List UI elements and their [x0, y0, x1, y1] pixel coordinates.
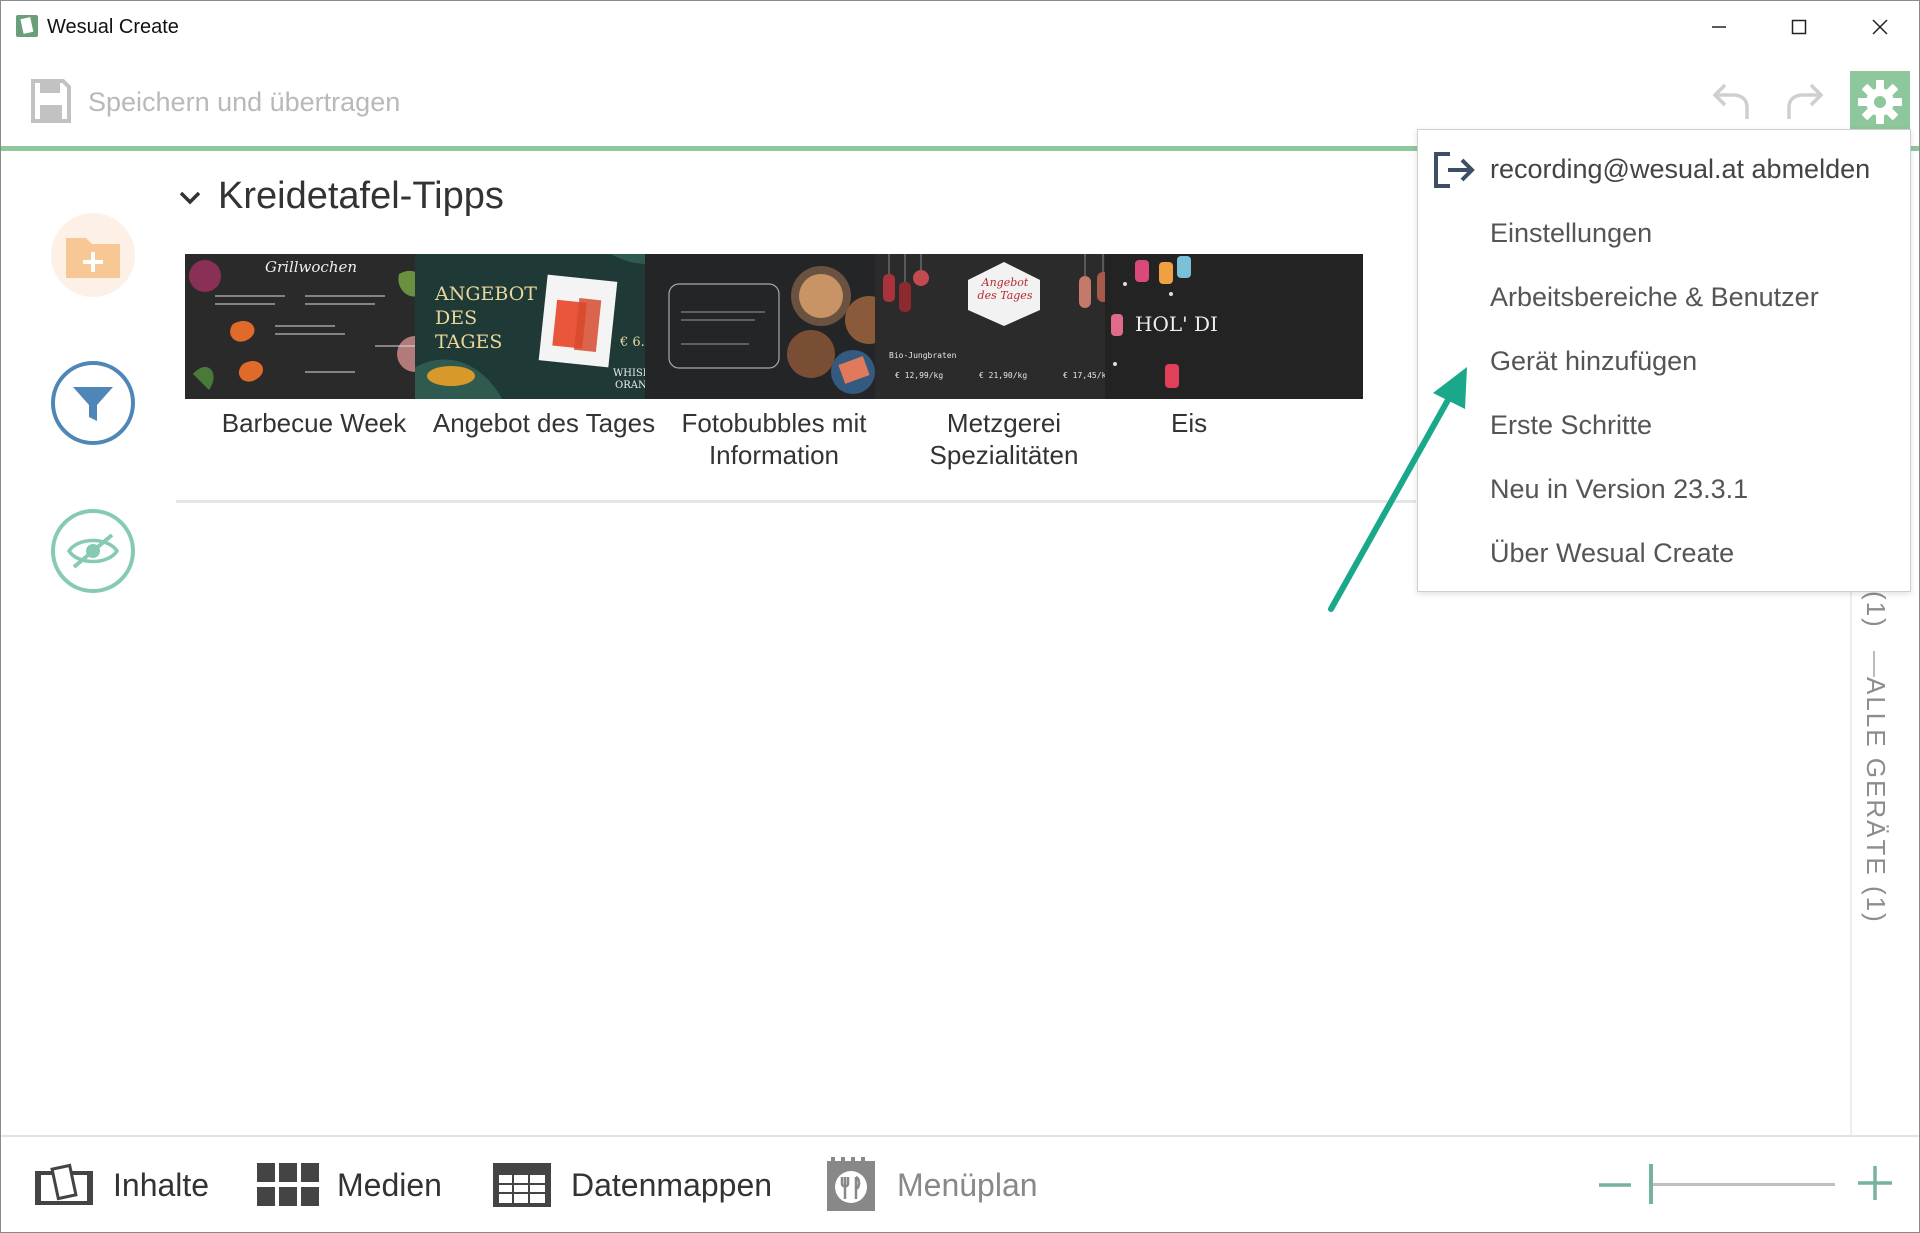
undo-icon[interactable] — [1707, 81, 1755, 125]
template-card[interactable]: € 6.50 WHISKEY ORANGE ANGEBOT DES TAGES … — [415, 254, 673, 439]
template-caption: Angebot des Tages — [432, 408, 656, 438]
template-caption: Eis — [1171, 408, 1208, 438]
thumbnail-art-text: HOL' DI — [1135, 312, 1218, 336]
gear-icon — [1858, 80, 1902, 124]
menu-item-about[interactable]: Über Wesual Create — [1490, 538, 1734, 569]
app-logo-icon — [16, 15, 38, 37]
bottom-bar-border — [1, 1135, 1919, 1137]
thumbnail-art-text: ANGEBOT DES TAGES — [435, 283, 537, 353]
zoom-minus-icon[interactable] — [1597, 1168, 1633, 1202]
filter-button[interactable] — [51, 361, 135, 445]
section-divider — [176, 500, 1416, 503]
add-folder-icon — [66, 238, 120, 278]
logout-icon — [1434, 152, 1475, 188]
nav-datenmappen[interactable]: Datenmappen — [491, 1157, 772, 1213]
template-caption: Fotobubbles mit Information — [681, 408, 867, 470]
svg-text:Bio-Jungbraten: Bio-Jungbraten — [889, 351, 957, 360]
tab-separator — [1873, 651, 1875, 677]
minimize-button[interactable] — [1691, 7, 1747, 47]
template-card[interactable]: Fotobubbles mit Information — [645, 254, 903, 471]
window-title: Wesual Create — [47, 16, 179, 38]
template-caption: Barbecue Week — [221, 408, 407, 438]
settings-menu: recording@wesual.at abmelden Einstellung… — [1417, 129, 1911, 592]
redo-icon[interactable] — [1781, 81, 1829, 125]
thumbnail-art-text: Grillwochen — [265, 258, 358, 276]
template-thumbnail: HOL' DI — [1105, 254, 1363, 399]
zoom-plus-icon[interactable] — [1856, 1164, 1894, 1202]
template-gallery: Grillwochen Barbecue Week € 6.50 WHISKEY… — [185, 254, 1417, 494]
template-card[interactable]: HOL' DI Eis — [1105, 254, 1363, 439]
tab-all-devices[interactable]: ALLE GERÄTE (1) — [1860, 677, 1891, 924]
chevron-down-icon[interactable] — [177, 185, 203, 211]
zoom-slider-handle[interactable] — [1649, 1164, 1653, 1204]
thumbnail-art-text: Angebot des Tages — [977, 276, 1033, 302]
datenmappen-table-icon — [493, 1163, 551, 1207]
app-window: Wesual Create Speichern und übertragen K… — [0, 0, 1920, 1233]
close-button[interactable] — [1852, 7, 1908, 47]
save-icon[interactable] — [31, 79, 71, 123]
menu-item-workspaces-users[interactable]: Arbeitsbereiche & Benutzer — [1490, 282, 1819, 313]
close-icon — [1872, 19, 1888, 35]
medien-grid-icon — [257, 1163, 319, 1206]
menueplan-icon — [827, 1157, 875, 1211]
device-tab-partial[interactable]: (1) — [1860, 591, 1891, 629]
svg-text:€ 21,90/kg: € 21,90/kg — [979, 371, 1027, 380]
zoom-slider-track[interactable] — [1651, 1183, 1835, 1186]
maximize-icon — [1791, 19, 1807, 35]
nav-medien[interactable]: Medien — [257, 1157, 442, 1213]
nav-datenmappen-label: Datenmappen — [571, 1166, 773, 1203]
template-thumbnail: Grillwochen — [185, 254, 443, 399]
add-folder-button[interactable] — [51, 213, 135, 297]
nav-inhalte[interactable]: Inhalte — [33, 1157, 209, 1213]
template-thumbnail: Bio-Jungbraten € 12,99/kg € 21,90/kg € 1… — [875, 254, 1133, 399]
nav-medien-label: Medien — [337, 1166, 442, 1203]
template-thumbnail — [645, 254, 903, 399]
settings-button[interactable] — [1850, 71, 1910, 133]
nav-menueplan[interactable]: Menüplan — [823, 1157, 1038, 1213]
inhalte-icon — [35, 1163, 93, 1205]
hide-toggle-button[interactable] — [51, 509, 135, 593]
minimize-icon — [1712, 26, 1726, 28]
maximize-button[interactable] — [1771, 7, 1827, 47]
nav-inhalte-label: Inhalte — [113, 1166, 210, 1203]
menu-item-add-device[interactable]: Gerät hinzufügen — [1490, 346, 1697, 377]
menu-item-settings[interactable]: Einstellungen — [1490, 218, 1652, 249]
menu-item-first-steps[interactable]: Erste Schritte — [1490, 410, 1652, 441]
template-caption: Metzgerei Spezialitäten — [929, 408, 1079, 470]
section-title: Kreidetafel-Tipps — [218, 175, 504, 217]
filter-icon — [73, 387, 113, 421]
title-bar: Wesual Create — [1, 1, 1919, 55]
save-button[interactable]: Speichern und übertragen — [88, 87, 400, 118]
template-card[interactable]: Bio-Jungbraten € 12,99/kg € 21,90/kg € 1… — [875, 254, 1133, 471]
eye-hidden-icon — [66, 533, 120, 569]
template-card[interactable]: Grillwochen Barbecue Week — [185, 254, 443, 439]
svg-text:€ 12,99/kg: € 12,99/kg — [895, 371, 943, 380]
menu-item-whats-new[interactable]: Neu in Version 23.3.1 — [1490, 474, 1748, 505]
menu-item-logout[interactable]: recording@wesual.at abmelden — [1490, 154, 1870, 185]
template-thumbnail: € 6.50 WHISKEY ORANGE ANGEBOT DES TAGES — [415, 254, 673, 399]
nav-menueplan-label: Menüplan — [897, 1166, 1038, 1203]
